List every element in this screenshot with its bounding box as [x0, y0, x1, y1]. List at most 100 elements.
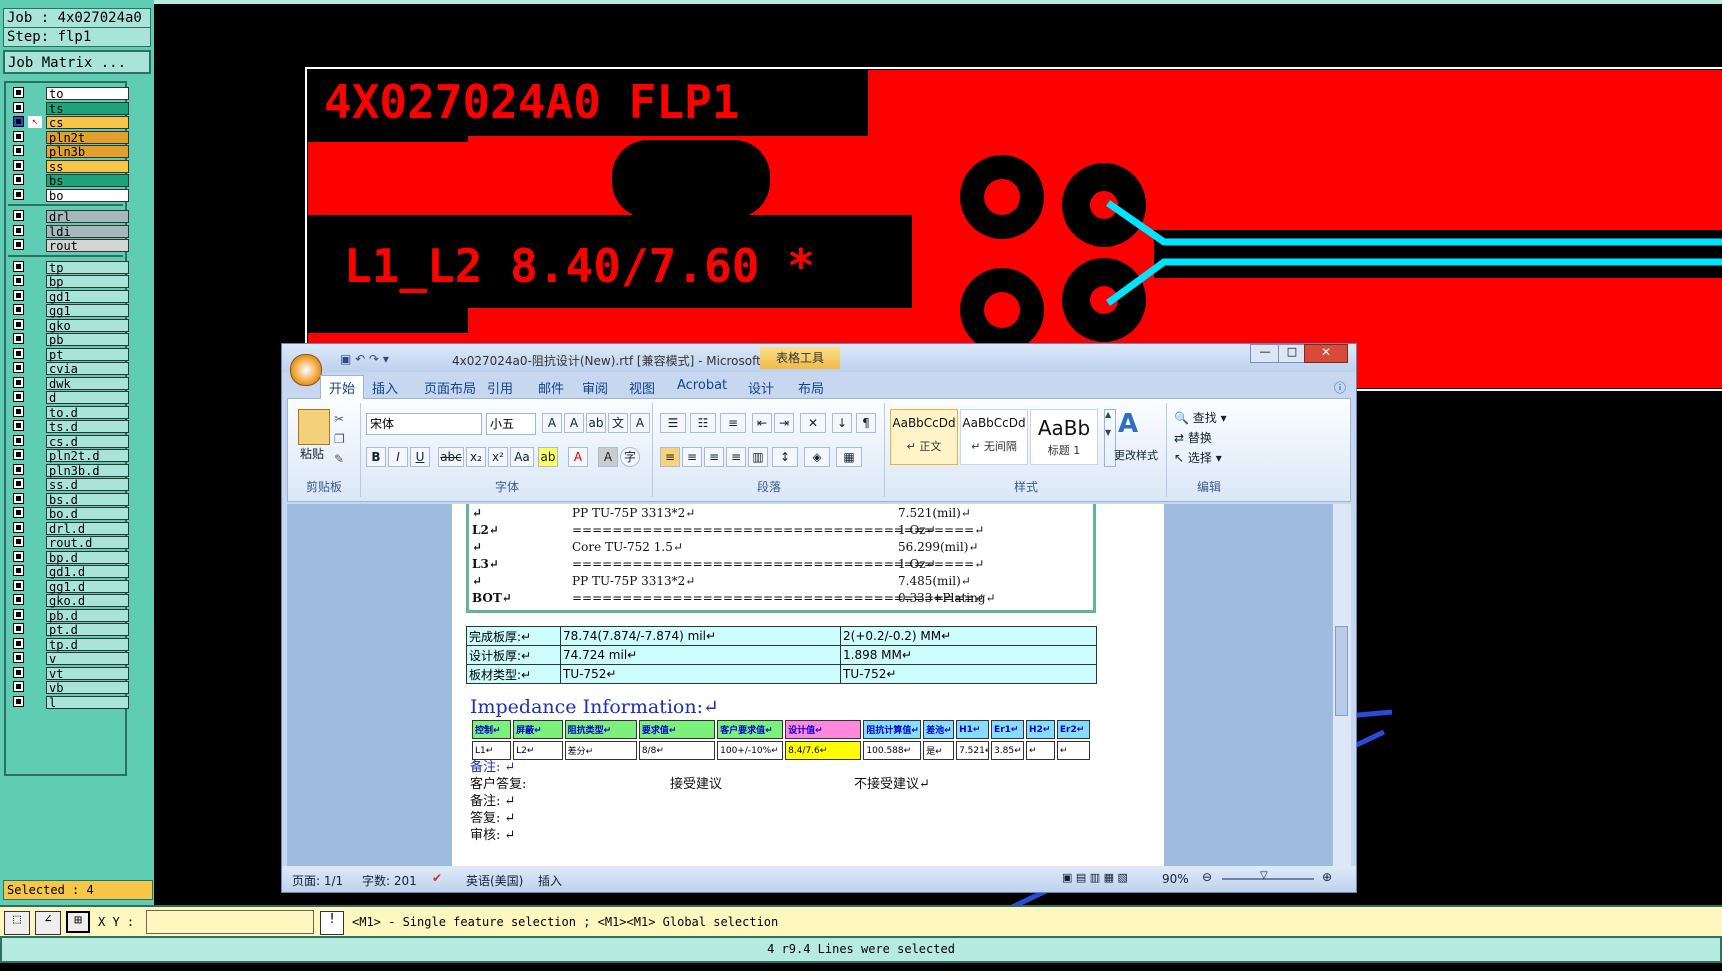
table-cell[interactable]: 8.4/7.6↵: [785, 741, 862, 760]
table-header-cell[interactable]: 阻抗计算值↵: [863, 720, 922, 739]
table-cell[interactable]: 2(+0.2/-0.2) MM↵: [840, 626, 1097, 646]
layer-checkbox[interactable]: [13, 492, 24, 504]
layer-name[interactable]: vb: [46, 681, 129, 695]
asian-layout-button[interactable]: ✕: [800, 413, 826, 433]
layer-row[interactable]: v: [10, 652, 129, 666]
table-cell[interactable]: TU-752↵: [840, 664, 1097, 684]
zoom-out-icon[interactable]: ⊖: [1202, 870, 1212, 884]
close-button[interactable]: ✕: [1304, 344, 1348, 363]
layer-name[interactable]: rout.d: [46, 536, 129, 550]
layer-checkbox[interactable]: [13, 275, 24, 286]
table-cell[interactable]: 1.898 MM↵: [840, 645, 1097, 665]
table-header-cell[interactable]: 客户要求值↵: [717, 720, 784, 739]
layer-row[interactable]: pln3b: [10, 145, 129, 159]
layer-name[interactable]: pb: [46, 333, 129, 347]
layer-row[interactable]: pb.d: [10, 608, 129, 622]
layer-row[interactable]: cs ↖: [10, 116, 129, 130]
job-matrix-button[interactable]: Job Matrix ...: [3, 50, 151, 74]
table-header-cell[interactable]: 要求值↵: [638, 720, 716, 739]
layer-checkbox[interactable]: [13, 521, 24, 533]
measure-icon[interactable]: ∠: [35, 911, 61, 935]
table-header-cell[interactable]: H2↵: [1026, 720, 1055, 739]
table-header-cell[interactable]: 设计值↵: [785, 720, 862, 739]
show-marks-button[interactable]: ¶: [856, 413, 876, 433]
layer-row[interactable]: gd1.d: [10, 565, 129, 579]
table-header-cell[interactable]: Er1↵: [991, 720, 1025, 739]
layer-checkbox[interactable]: [13, 420, 24, 431]
clear-format-button[interactable]: ab: [586, 413, 606, 433]
layer-name[interactable]: cs: [46, 116, 129, 130]
layer-name[interactable]: bp: [46, 275, 129, 289]
table-cell[interactable]: L2↵: [513, 741, 563, 760]
ribbon-tab[interactable]: 布局: [798, 378, 824, 397]
quick-access-icons[interactable]: ▣ ↶ ↷ ▾: [340, 352, 389, 366]
layer-checkbox[interactable]: [13, 550, 24, 562]
layer-row[interactable]: gg1.d: [10, 579, 129, 593]
shading-button[interactable]: ◈: [804, 447, 830, 467]
table-header-cell[interactable]: H1↵: [956, 720, 990, 739]
view-buttons[interactable]: ▣ ▤ ▥ ▦ ▧: [1062, 871, 1128, 884]
layer-row[interactable]: ss: [10, 159, 129, 173]
font-color-button[interactable]: A: [568, 447, 588, 467]
style-option[interactable]: AaBbCcDd ↵ 无间隔: [960, 409, 1028, 465]
font-size-select[interactable]: 小五: [486, 413, 536, 435]
info-icon[interactable]: !: [320, 911, 344, 935]
layer-checkbox[interactable]: [13, 507, 24, 518]
layer-row[interactable]: dwk: [10, 376, 129, 390]
layer-row[interactable]: bp.d: [10, 550, 129, 564]
layer-name[interactable]: pln2t.d: [46, 449, 129, 463]
layer-name[interactable]: ldi: [46, 224, 129, 238]
layer-checkbox[interactable]: [13, 623, 24, 634]
layer-row[interactable]: l: [10, 695, 129, 709]
zoom-level[interactable]: 90%: [1162, 872, 1189, 886]
layer-name[interactable]: v: [46, 652, 129, 666]
layer-checkbox[interactable]: [13, 210, 24, 221]
layer-row[interactable]: vb: [10, 681, 129, 695]
layer-name[interactable]: pln3b: [46, 145, 129, 159]
table-cell[interactable]: 是↵: [923, 741, 955, 760]
layer-name[interactable]: gd1: [46, 289, 129, 303]
paste-icon[interactable]: [298, 409, 330, 445]
paste-label[interactable]: 粘贴: [300, 445, 324, 462]
layer-name[interactable]: cs.d: [46, 434, 129, 448]
replace-button[interactable]: ⇄ 替换: [1174, 429, 1212, 446]
shrink-font-button[interactable]: A: [564, 413, 584, 433]
zoom-area-icon[interactable]: ⬚: [4, 911, 30, 935]
layer-checkbox[interactable]: [13, 130, 24, 142]
layer-checkbox[interactable]: [13, 376, 24, 388]
layer-name[interactable]: tp.d: [46, 637, 129, 651]
clipboard-tool-icons[interactable]: ✂ ❐ ✎: [334, 409, 345, 469]
layer-name[interactable]: vt: [46, 666, 129, 680]
ribbon-tab[interactable]: 设计: [748, 378, 774, 397]
subscript-button[interactable]: x₂: [466, 447, 486, 467]
layer-name[interactable]: drl: [46, 210, 129, 224]
zoom-in-icon[interactable]: ⊕: [1322, 870, 1332, 884]
layer-row[interactable]: bs: [10, 174, 129, 188]
word-count[interactable]: 字数: 201: [362, 872, 417, 889]
layer-name[interactable]: gg1.d: [46, 579, 129, 593]
numbering-button[interactable]: ☷: [690, 413, 716, 433]
align-right-button[interactable]: ≡: [704, 447, 724, 467]
layer-checkbox[interactable]: [13, 87, 24, 98]
layer-row[interactable]: pt: [10, 347, 129, 361]
ribbon-tab[interactable]: 开始: [320, 375, 365, 399]
layer-name[interactable]: pt: [46, 347, 129, 361]
layer-name[interactable]: pt.d: [46, 623, 129, 637]
layer-row[interactable]: tp: [10, 260, 129, 274]
layer-row[interactable]: gd1: [10, 289, 129, 303]
layer-name[interactable]: cvia: [46, 362, 129, 376]
layer-checkbox[interactable]: [13, 391, 24, 402]
layer-checkbox[interactable]: [13, 434, 24, 446]
layer-row[interactable]: gko: [10, 318, 129, 332]
layer-checkbox[interactable]: [13, 145, 24, 156]
table-cell[interactable]: 74.724 mil↵: [560, 645, 841, 665]
layer-row[interactable]: pt.d: [10, 623, 129, 637]
char-border-button[interactable]: A: [630, 413, 650, 433]
justify-button[interactable]: ≡: [726, 447, 746, 467]
layer-row[interactable]: cs.d: [10, 434, 129, 448]
table-header-cell[interactable]: 阻抗类型↵: [564, 720, 637, 739]
table-header-cell[interactable]: 差池↵: [923, 720, 955, 739]
table-tools-tab[interactable]: 表格工具: [760, 347, 840, 369]
layer-row[interactable]: ss.d: [10, 478, 129, 492]
layer-row[interactable]: bs.d: [10, 492, 129, 506]
